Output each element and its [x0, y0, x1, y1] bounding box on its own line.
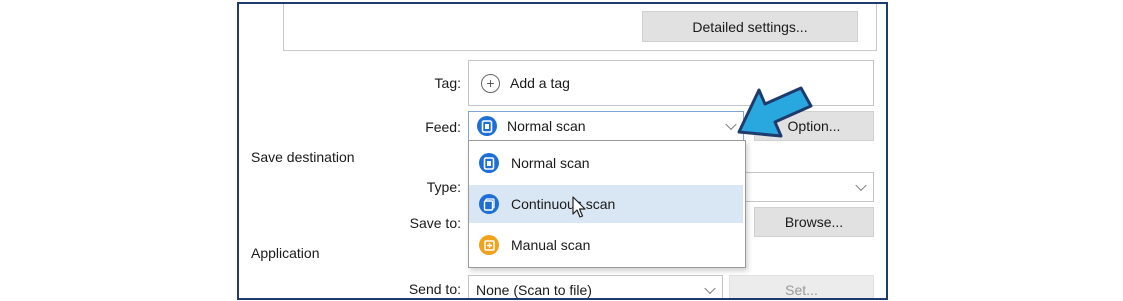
- chevron-down-icon: [704, 282, 716, 295]
- feed-label: Feed:: [425, 119, 461, 135]
- scan-settings-panel: Detailed settings... Tag: + Add a tag Fe…: [237, 2, 888, 300]
- feed-selected-value: Normal scan: [507, 118, 586, 134]
- detailed-settings-button[interactable]: Detailed settings...: [642, 11, 858, 42]
- continuous-scan-icon: [479, 194, 499, 214]
- save-destination-heading: Save destination: [251, 149, 355, 165]
- option-label: Manual scan: [511, 237, 591, 253]
- option-label: Continuous scan: [511, 196, 616, 212]
- add-tag-label: Add a tag: [510, 75, 570, 91]
- manual-scan-icon: [479, 235, 499, 255]
- feed-option-manual-scan[interactable]: Manual scan: [469, 226, 743, 264]
- feed-select[interactable]: Normal scan: [468, 111, 744, 141]
- normal-scan-icon: [479, 153, 499, 173]
- mouse-pointer-icon: [572, 196, 586, 218]
- option-label: Normal scan: [511, 155, 590, 171]
- feed-option-normal-scan[interactable]: Normal scan: [469, 144, 743, 182]
- set-button[interactable]: Set...: [729, 275, 874, 298]
- feed-option-continuous-scan[interactable]: Continuous scan: [469, 185, 743, 223]
- send-to-value: None (Scan to file): [476, 282, 592, 298]
- normal-scan-icon: [477, 116, 497, 136]
- callout-arrow-icon: [737, 86, 813, 138]
- chevron-down-icon: [855, 179, 867, 192]
- chevron-down-icon: [725, 118, 737, 131]
- save-to-label: Save to:: [409, 215, 461, 231]
- send-to-label: Send to:: [408, 281, 461, 297]
- feed-dropdown-list: Normal scan Continuous scan Manual scan: [468, 140, 746, 268]
- send-to-select[interactable]: None (Scan to file): [468, 275, 723, 298]
- add-tag-icon[interactable]: +: [481, 73, 500, 93]
- application-heading: Application: [251, 245, 320, 261]
- tag-label: Tag:: [434, 75, 461, 91]
- browse-button[interactable]: Browse...: [754, 207, 874, 237]
- type-label: Type:: [426, 179, 461, 195]
